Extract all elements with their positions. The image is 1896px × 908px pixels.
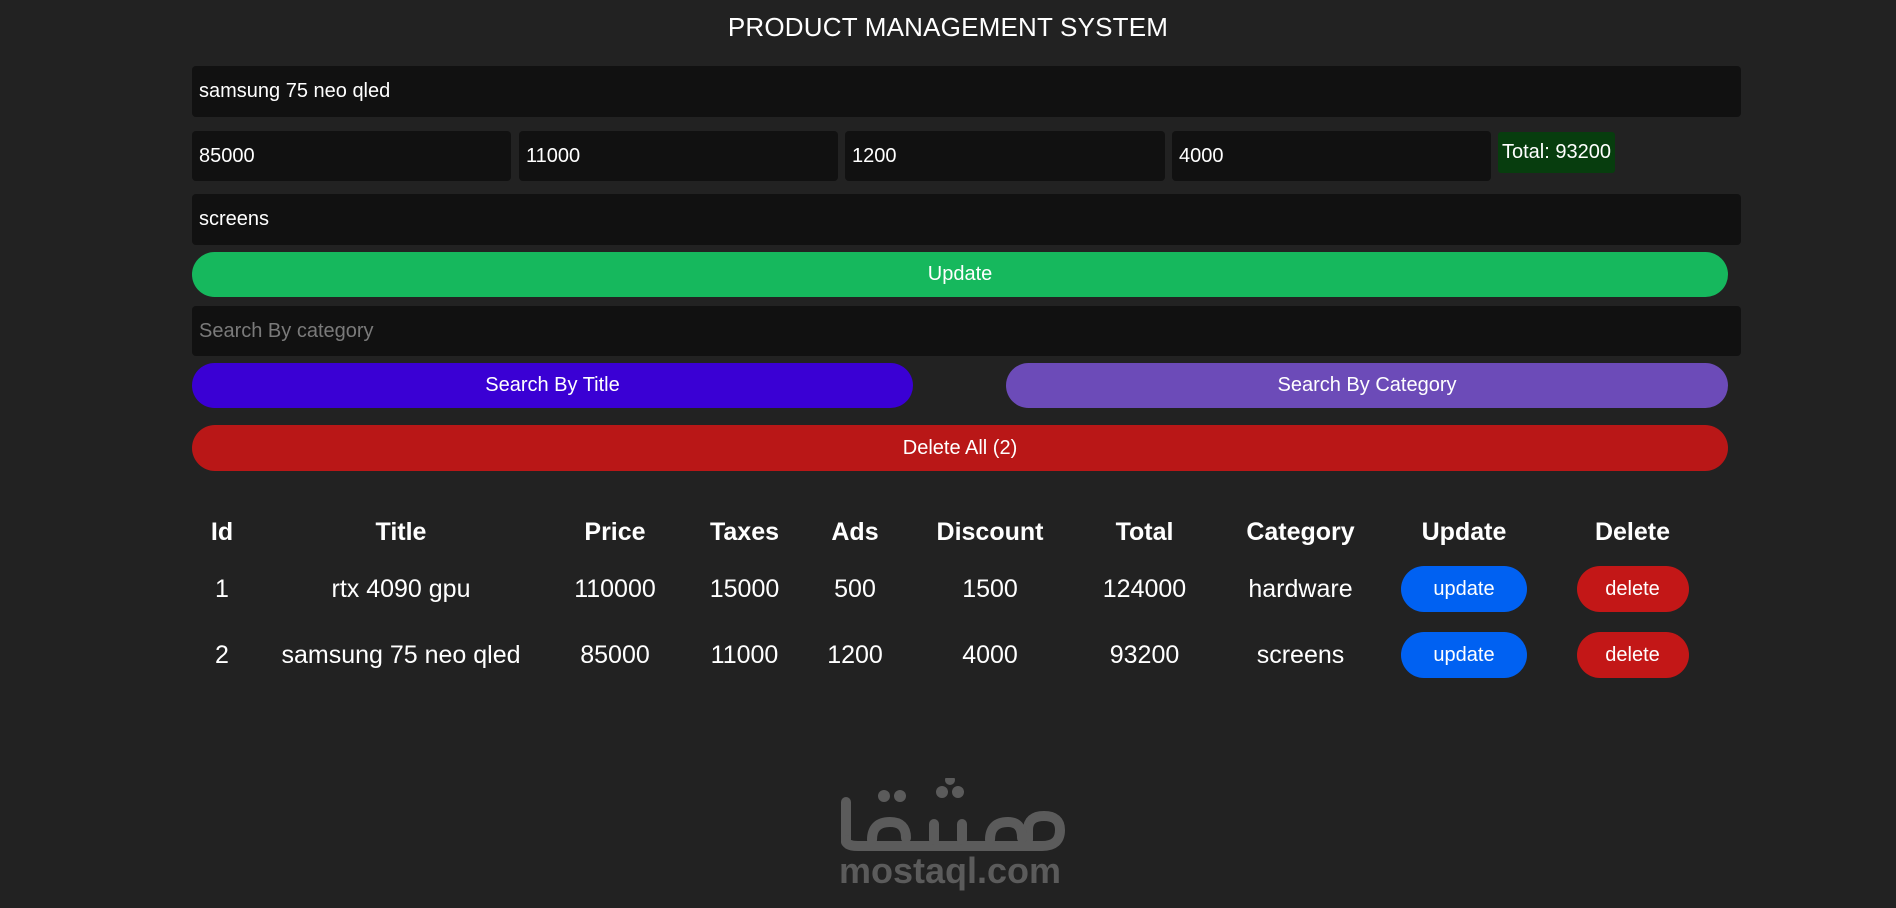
header-total: Total bbox=[1115, 517, 1174, 546]
title-input[interactable] bbox=[192, 66, 1741, 117]
search-by-title-button[interactable]: Search By Title bbox=[192, 363, 913, 408]
table-row: 1 rtx 4090 gpu 110000 15000 500 1500 124… bbox=[192, 556, 1728, 622]
product-management-page: PRODUCT MANAGEMENT SYSTEM Total: 93200 U… bbox=[0, 0, 1896, 908]
price-input[interactable] bbox=[192, 131, 511, 181]
cell-ads: 500 bbox=[834, 574, 876, 603]
table-header-row: Id Title Price Taxes Ads Discount Total … bbox=[192, 508, 1728, 556]
delete-all-button[interactable]: Delete All (2) bbox=[192, 425, 1728, 471]
cell-taxes: 15000 bbox=[709, 574, 780, 603]
search-by-category-button[interactable]: Search By Category bbox=[1006, 363, 1728, 408]
cell-id: 1 bbox=[215, 574, 229, 603]
row-update-button[interactable]: update bbox=[1401, 566, 1527, 612]
cell-update: update bbox=[1391, 556, 1537, 622]
cell-category: screens bbox=[1256, 640, 1345, 669]
cell-delete: delete bbox=[1537, 622, 1728, 688]
search-input[interactable] bbox=[192, 306, 1741, 356]
cell-discount: 1500 bbox=[962, 574, 1018, 603]
total-badge: Total: 93200 bbox=[1498, 132, 1615, 173]
ads-input[interactable] bbox=[845, 131, 1165, 181]
cell-category: hardware bbox=[1248, 574, 1353, 603]
cell-price: 85000 bbox=[580, 640, 650, 669]
cell-taxes: 11000 bbox=[710, 640, 779, 669]
header-id: Id bbox=[210, 517, 234, 546]
page-title: PRODUCT MANAGEMENT SYSTEM bbox=[727, 12, 1169, 42]
cell-price: 110000 bbox=[574, 574, 656, 603]
header-ads: Ads bbox=[831, 517, 879, 546]
header-delete: Delete bbox=[1594, 517, 1671, 546]
header-taxes: Taxes bbox=[709, 517, 780, 546]
cell-title: rtx 4090 gpu bbox=[331, 574, 471, 603]
cell-total: 124000 bbox=[1102, 574, 1187, 603]
cell-id: 2 bbox=[215, 640, 229, 669]
table-row: 2 samsung 75 neo qled 85000 11000 1200 4… bbox=[192, 622, 1728, 688]
update-button[interactable]: Update bbox=[192, 252, 1728, 297]
cell-ads: 1200 bbox=[827, 640, 883, 669]
cell-delete: delete bbox=[1537, 556, 1728, 622]
watermark-domain: mostaql.com bbox=[838, 850, 1062, 891]
mostaql-logo-icon bbox=[841, 778, 1065, 851]
row-update-button[interactable]: update bbox=[1401, 632, 1527, 678]
cell-total: 93200 bbox=[1109, 640, 1180, 669]
header-discount: Discount bbox=[936, 517, 1044, 546]
mostaql-watermark: mostaql.com bbox=[820, 778, 1080, 891]
category-input[interactable] bbox=[192, 194, 1741, 245]
row-delete-button[interactable]: delete bbox=[1576, 566, 1689, 612]
header-update: Update bbox=[1421, 517, 1507, 546]
header-price: Price bbox=[584, 517, 646, 546]
header-category: Category bbox=[1246, 517, 1355, 546]
header-title: Title bbox=[375, 517, 427, 546]
cell-discount: 4000 bbox=[962, 640, 1018, 669]
discount-input[interactable] bbox=[1172, 131, 1491, 181]
cell-update: update bbox=[1391, 622, 1537, 688]
products-table: Id Title Price Taxes Ads Discount Total … bbox=[192, 508, 1728, 688]
row-delete-button[interactable]: delete bbox=[1576, 632, 1689, 678]
cell-title: samsung 75 neo qled bbox=[281, 640, 521, 669]
taxes-input[interactable] bbox=[519, 131, 838, 181]
